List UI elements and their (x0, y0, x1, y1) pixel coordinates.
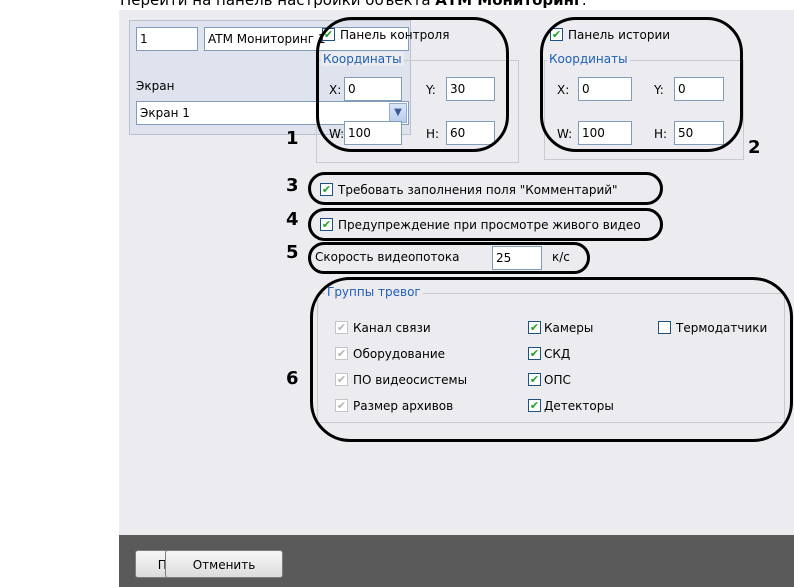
callout-oval-4 (308, 208, 663, 241)
callout-oval-3 (308, 172, 663, 205)
screen-select-value: Экран 1 (140, 106, 190, 120)
page-caption: Перейти на панель настройки объекта АТМ … (120, 0, 587, 9)
callout-number-6: 6 (286, 368, 299, 389)
screen-label: Экран (136, 79, 175, 93)
cancel-button[interactable]: Отменить (165, 550, 283, 578)
callout-number-5: 5 (286, 242, 299, 263)
callout-oval-1 (316, 17, 509, 152)
callout-number-4: 4 (286, 209, 299, 230)
callout-oval-5 (308, 242, 590, 274)
callout-number-3: 3 (286, 175, 299, 196)
object-id-field[interactable] (136, 27, 198, 51)
callout-oval-2 (540, 17, 743, 152)
callout-number-1: 1 (286, 128, 299, 149)
callout-number-2: 2 (748, 137, 761, 158)
callout-oval-6 (310, 277, 793, 442)
